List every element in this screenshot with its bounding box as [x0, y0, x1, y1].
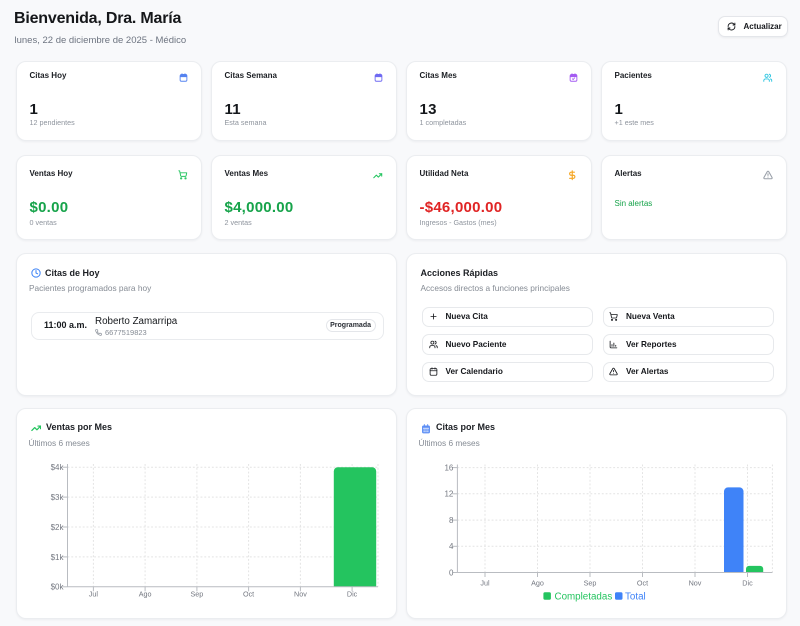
svg-text:$2k: $2k [51, 523, 65, 532]
svg-text:0: 0 [449, 568, 454, 577]
svg-text:4: 4 [449, 542, 454, 551]
svg-text:Sep: Sep [584, 579, 597, 588]
svg-text:Dic: Dic [347, 590, 358, 599]
svg-text:Oct: Oct [243, 590, 254, 599]
svg-text:Sep: Sep [191, 590, 204, 599]
svg-text:Total: Total [625, 591, 646, 602]
svg-text:$4k: $4k [51, 463, 65, 472]
svg-text:Dic: Dic [742, 579, 753, 588]
svg-text:16: 16 [444, 464, 453, 473]
svg-text:8: 8 [449, 516, 454, 525]
svg-text:Ago: Ago [139, 590, 152, 599]
svg-text:Jul: Jul [89, 590, 99, 599]
svg-text:$1k: $1k [51, 553, 65, 562]
svg-text:Jul: Jul [480, 579, 490, 588]
svg-text:12: 12 [444, 490, 453, 499]
svg-text:$0k: $0k [51, 583, 65, 592]
svg-text:Nov: Nov [294, 590, 307, 599]
svg-text:Completadas: Completadas [555, 591, 613, 602]
svg-text:Nov: Nov [689, 579, 702, 588]
svg-text:Oct: Oct [637, 579, 648, 588]
svg-text:$3k: $3k [51, 493, 65, 502]
svg-text:Ago: Ago [531, 579, 544, 588]
